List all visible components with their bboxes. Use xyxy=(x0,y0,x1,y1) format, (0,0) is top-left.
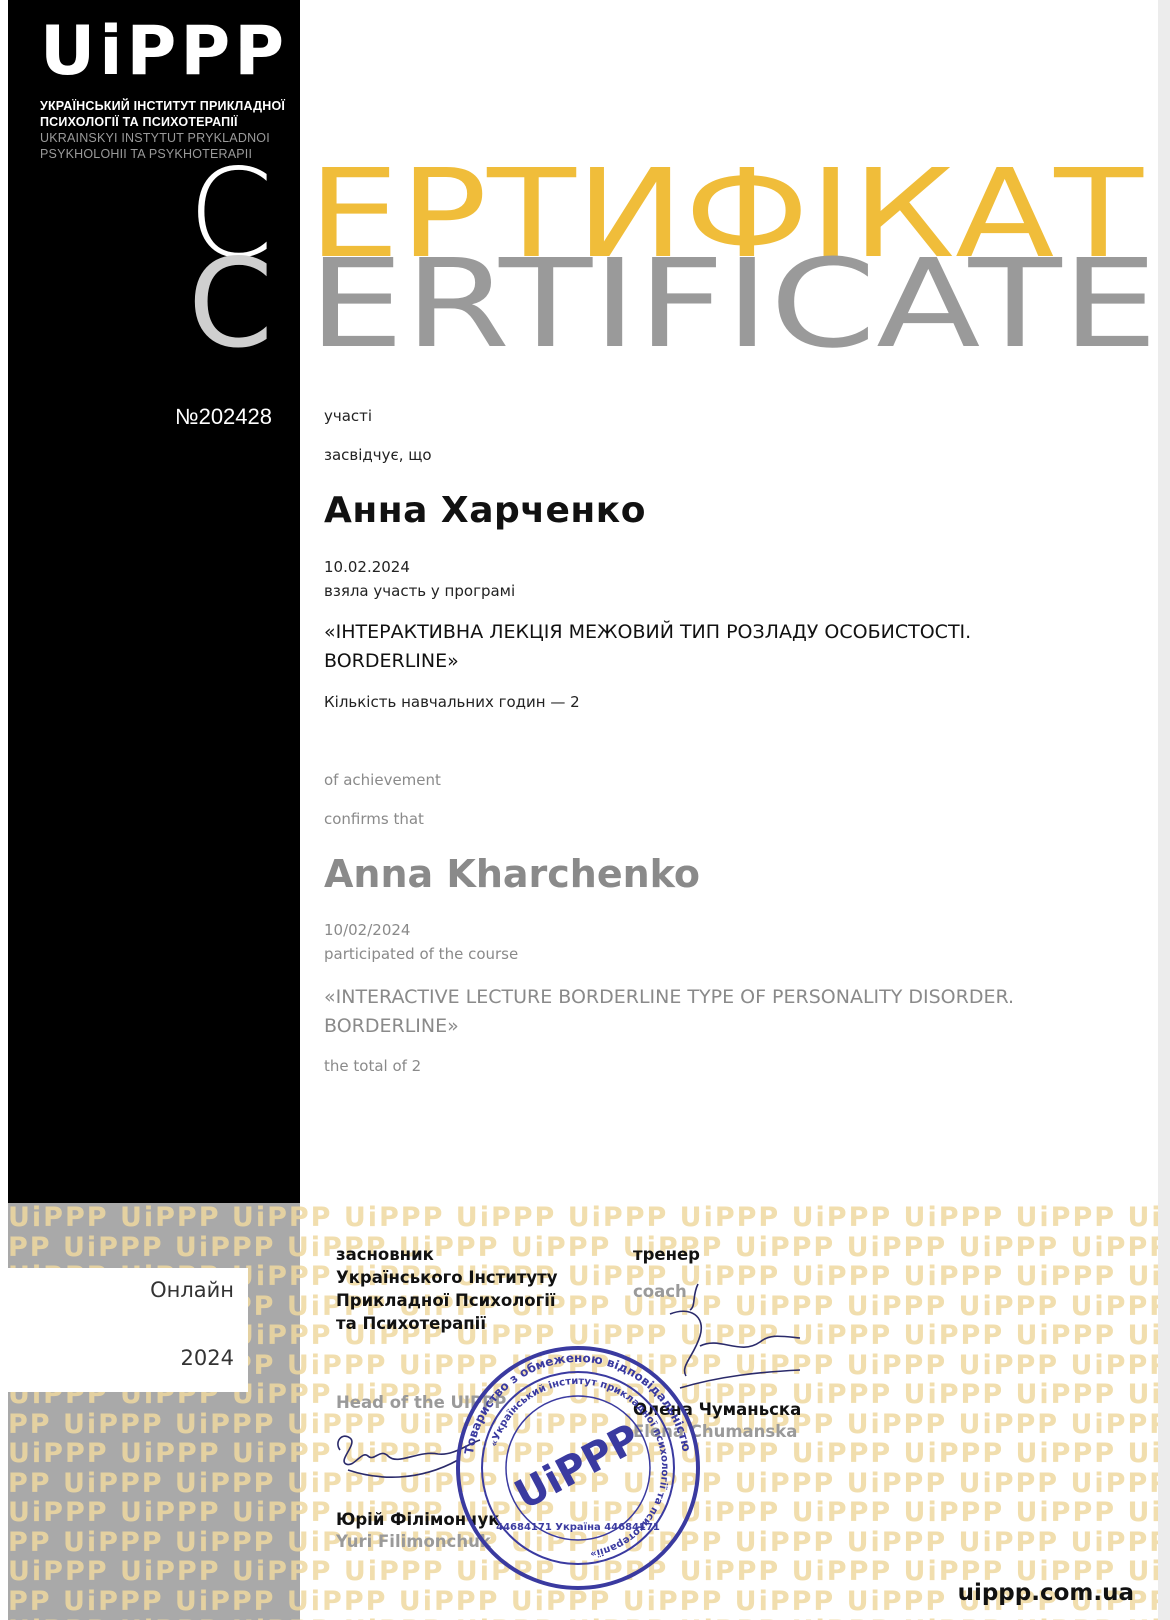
stamp-code: 44684171 Україна 44684171 xyxy=(496,1521,660,1533)
logo-line-ua-1: УКРАЇНСЬКИЙ ІНСТИТУТ ПРИКЛАДНОЇ xyxy=(40,99,286,113)
hours-ua: Кількість навчальних годин — 2 xyxy=(324,693,580,711)
founder-role-ua-1: засновник xyxy=(336,1245,434,1264)
logo-mark: UiPPP xyxy=(40,12,289,91)
stamp-center-logo: UiPPP xyxy=(508,1415,648,1519)
pattern-row: UiPPP UiPPP UiPPP UiPPP UiPPP UiPPP UiPP… xyxy=(8,1203,1158,1233)
course-title-en: «INTERACTIVE LECTURE BORDERLINE TYPE OF … xyxy=(324,983,1084,1041)
en-line2: confirms that xyxy=(324,810,424,828)
certificate-title: С ЕРТИФІКАТ C ERTIFICATE xyxy=(188,150,1158,360)
certificate-number: №202428 xyxy=(174,404,272,429)
recipient-name-en: Anna Kharchenko xyxy=(324,852,701,896)
took-part-ua: взяла участь у програмі xyxy=(324,582,516,600)
format-mode: Онлайн xyxy=(150,1278,234,1302)
official-stamp: Товариство з обмеженою відповідальністю … xyxy=(456,1346,700,1590)
title-en-rest: ERTIFICATE xyxy=(308,233,1158,360)
logo-line-lat-1: UKRAINSKYI INSTYTUT PRYKLADNOI xyxy=(40,131,270,145)
ua-line2: засвідчує, що xyxy=(324,446,432,464)
ua-line1: участі xyxy=(324,407,373,425)
date-en: 10/02/2024 xyxy=(324,921,411,939)
course-title-ua-line1: «ІНТЕРАКТИВНА ЛЕКЦІЯ МЕЖОВИЙ ТИП РОЗЛАДУ… xyxy=(324,621,972,643)
uippp-logo: UiPPP УКРАЇНСЬКИЙ ІНСТИТУТ ПРИКЛАДНОЇ ПС… xyxy=(40,12,289,162)
recipient-name-ua: Анна Харченко xyxy=(324,490,646,531)
pattern-row: UiPPP UiPPP UiPPP UiPPP UiPPP UiPPP UiPP… xyxy=(8,1616,1158,1620)
founder-role-ua: засновник Українського Інституту Приклад… xyxy=(336,1243,557,1335)
format-year: 2024 xyxy=(180,1346,234,1370)
course-title-en-line2: BORDERLINE» xyxy=(324,1015,459,1037)
founder-role-ua-2: Українського Інституту xyxy=(336,1268,558,1287)
course-title-en-line1: «INTERACTIVE LECTURE BORDERLINE TYPE OF … xyxy=(324,986,1015,1008)
founder-role-ua-3: Прикладної Психології xyxy=(336,1291,556,1310)
date-ua: 10.02.2024 xyxy=(324,558,410,576)
certificate-page: UiPPP УКРАЇНСЬКИЙ ІНСТИТУТ ПРИКЛАДНОЇ ПС… xyxy=(0,0,1170,1620)
logo-line-ua-2: ПСИХОЛОГІЇ ТА ПСИХОТЕРАПІЇ xyxy=(40,115,238,129)
course-title-ua-line2: BORDERLINE» xyxy=(324,650,459,672)
hours-en: the total of 2 xyxy=(324,1057,422,1075)
founder-role-ua-4: та Психотерапії xyxy=(336,1314,486,1333)
pattern-row: PP UiPPP UiPPP UiPPP UiPPP UiPPP UiPPP U… xyxy=(8,1231,1158,1263)
title-en-first-letter: C xyxy=(188,233,273,360)
trainer-role-ua: тренер xyxy=(633,1245,700,1264)
website-url[interactable]: uippp.com.ua xyxy=(958,1580,1134,1606)
took-part-en: participated of the course xyxy=(324,945,519,963)
en-line1: of achievement xyxy=(324,771,441,789)
course-title-ua: «ІНТЕРАКТИВНА ЛЕКЦІЯ МЕЖОВИЙ ТИП РОЗЛАДУ… xyxy=(324,618,1084,676)
format-box: Онлайн 2024 xyxy=(8,1268,248,1392)
